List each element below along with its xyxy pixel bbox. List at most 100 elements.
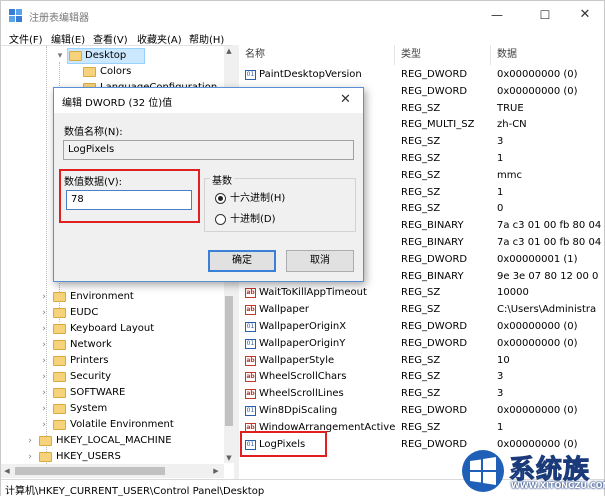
window-title: 注册表编辑器	[29, 13, 89, 24]
radio-dec[interactable]: 十进制(D)	[215, 213, 335, 227]
value-name: WallpaperStyle	[259, 354, 335, 366]
folder-icon	[53, 292, 66, 302]
tree-item-printers[interactable]: › Printers	[39, 353, 233, 369]
value-row[interactable]: ab Wallpaper REG_SZ C:\Users\Administra	[239, 302, 604, 318]
chevron-right-icon[interactable]: ›	[39, 321, 49, 337]
value-data: TRUE	[497, 102, 524, 114]
scroll-up-arrow-icon[interactable]: ▲	[224, 46, 234, 56]
value-row[interactable]: 01 WallpaperOriginX REG_DWORD 0x00000000 (0…	[239, 319, 604, 335]
tree-item-label: EUDC	[70, 307, 99, 318]
folder-icon	[53, 420, 66, 430]
value-name: Wallpaper	[259, 304, 310, 316]
tree-item-desktop[interactable]: ▾ Desktop	[53, 48, 223, 64]
chevron-right-icon[interactable]: ›	[39, 417, 49, 433]
value-name: Win8DpiScaling	[259, 405, 338, 416]
tree-horizontal-scrollbar[interactable]: ◀ ▶	[1, 464, 224, 478]
value-type: REG_DWORD	[401, 85, 468, 97]
value-type: REG_DWORD	[401, 69, 468, 80]
tree-item-keyboard-layout[interactable]: › Keyboard Layout	[39, 321, 233, 337]
highlight-value-data	[59, 169, 200, 223]
scroll-thumb[interactable]	[225, 296, 233, 426]
value-row[interactable]: 01 WallpaperOriginY REG_DWORD 0x00000000 (0…	[239, 336, 604, 352]
scroll-thumb[interactable]	[15, 467, 165, 475]
tree-item-label: Printers	[70, 355, 109, 366]
value-row[interactable]: ab WheelScrollChars REG_SZ 3	[239, 369, 604, 385]
tree-item-system[interactable]: › System	[39, 401, 233, 417]
value-type: REG_BINARY	[401, 220, 464, 232]
maximize-button[interactable]: ☐	[523, 1, 567, 29]
string-value-icon: ab	[245, 389, 256, 400]
menu-view[interactable]: 查看(V)	[93, 31, 128, 46]
value-type: REG_DWORD	[401, 405, 468, 416]
folder-icon	[53, 356, 66, 366]
chevron-right-icon[interactable]: ›	[39, 305, 49, 321]
value-row[interactable]: ab WaitToKillAppTimeout REG_SZ 10000	[239, 285, 604, 301]
scroll-left-arrow-icon[interactable]: ◀	[2, 466, 12, 476]
radio-unchecked-icon[interactable]	[215, 214, 226, 225]
menu-edit[interactable]: 编辑(E)	[51, 31, 85, 46]
tree-item-colors[interactable]: Colors	[69, 64, 229, 80]
chevron-right-icon[interactable]: ›	[39, 385, 49, 401]
value-type: REG_SZ	[401, 136, 441, 148]
value-name: WallpaperOriginX	[259, 321, 347, 332]
binary-value-icon: 01	[245, 70, 256, 80]
binary-value-icon: 01	[245, 406, 256, 416]
chevron-down-icon[interactable]: ▾	[55, 48, 65, 64]
tree-item-volatile-environment[interactable]: › Volatile Environment	[39, 417, 233, 433]
menu-help[interactable]: 帮助(H)	[189, 31, 224, 46]
tree-item-label: Keyboard Layout	[70, 323, 155, 334]
chevron-right-icon[interactable]: ›	[39, 401, 49, 417]
radio-hex[interactable]: 十六进制(H)	[215, 192, 335, 206]
radio-checked-icon[interactable]	[215, 193, 226, 204]
value-name-field: LogPixels	[63, 140, 354, 160]
chevron-right-icon[interactable]: ›	[25, 433, 35, 449]
tree-item-environment[interactable]: › Environment	[39, 289, 233, 305]
value-data: 1	[497, 421, 504, 433]
title-bar: 注册表编辑器 — ☐ ✕	[1, 1, 604, 29]
dialog-close-icon[interactable]: ✕	[340, 92, 351, 107]
folder-icon	[53, 324, 66, 334]
scroll-right-arrow-icon[interactable]: ▶	[211, 466, 221, 476]
chevron-right-icon[interactable]: ›	[25, 449, 35, 465]
tree-item-label: Desktop	[85, 50, 127, 61]
string-value-icon: ab	[245, 305, 256, 316]
menu-file[interactable]: 文件(F)	[9, 31, 43, 46]
column-header-type[interactable]: 类型	[395, 45, 491, 65]
edit-dword-dialog: 编辑 DWORD (32 位)值 ✕ 数值名称(N): LogPixels 数值…	[53, 87, 364, 282]
chevron-right-icon[interactable]: ›	[39, 353, 49, 369]
column-header-name[interactable]: 名称	[239, 45, 395, 65]
dialog-title-bar: 编辑 DWORD (32 位)值 ✕	[54, 88, 363, 113]
menu-bar: 文件(F) 编辑(E) 查看(V) 收藏夹(A) 帮助(H)	[1, 29, 604, 46]
value-row[interactable]: 01 PaintDesktopVersion REG_DWORD 0x00000000…	[239, 67, 604, 83]
binary-value-icon: 01	[245, 338, 256, 349]
tree-item-hkey-users[interactable]: › HKEY_USERS	[25, 449, 225, 465]
value-type: REG_DWORD	[401, 321, 468, 332]
value-type: REG_SZ	[401, 153, 441, 164]
value-row[interactable]: ab WallpaperStyle REG_SZ 10	[239, 353, 604, 369]
value-data: 0x00000001 (1)	[497, 253, 578, 265]
tree-item-network[interactable]: › Network	[39, 337, 233, 353]
value-row[interactable]: ab WheelScrollLines REG_SZ 3	[239, 386, 604, 402]
value-type: REG_DWORD	[401, 337, 468, 349]
close-button[interactable]: ✕	[563, 1, 605, 29]
value-name: WaitToKillAppTimeout	[259, 287, 367, 299]
chevron-right-icon[interactable]: ›	[39, 289, 49, 305]
tree-item-hkey-local-machine[interactable]: › HKEY_LOCAL_MACHINE	[25, 433, 225, 449]
menu-favorites[interactable]: 收藏夹(A)	[137, 31, 182, 46]
value-data: 9e 3e 07 80 12 00 0	[497, 270, 599, 282]
radio-dec-label: 十进制(D)	[230, 214, 276, 225]
chevron-right-icon[interactable]: ›	[39, 369, 49, 385]
ok-button[interactable]: 确定	[208, 250, 276, 272]
scroll-down-arrow-icon[interactable]: ▼	[224, 453, 234, 463]
minimize-button[interactable]: —	[475, 1, 519, 29]
chevron-right-icon[interactable]: ›	[39, 337, 49, 353]
cancel-button[interactable]: 取消	[286, 250, 354, 272]
tree-item-eudc[interactable]: › EUDC	[39, 305, 233, 321]
value-type: REG_SZ	[401, 203, 441, 215]
tree-item-software[interactable]: › SOFTWARE	[39, 385, 233, 401]
tree-item-label: Network	[70, 339, 112, 350]
value-data: 3	[497, 136, 504, 148]
value-row[interactable]: 01 Win8DpiScaling REG_DWORD 0x00000000 (0)	[239, 403, 604, 419]
tree-item-security[interactable]: › Security	[39, 369, 233, 385]
column-header-data[interactable]: 数据	[491, 45, 604, 65]
